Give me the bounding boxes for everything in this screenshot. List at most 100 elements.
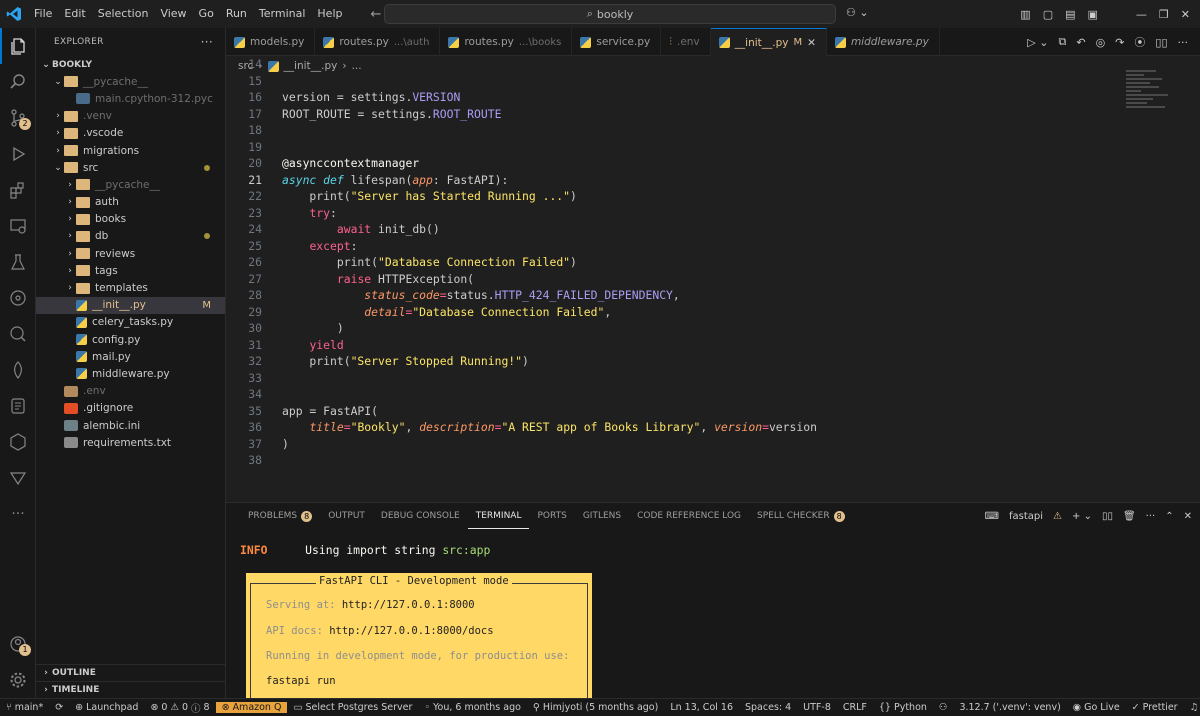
encoding[interactable]: UTF-8	[797, 702, 837, 713]
copilot-status-icon[interactable]: ⚇	[933, 702, 954, 713]
explorer-icon[interactable]	[0, 28, 36, 64]
testing-icon[interactable]	[0, 244, 36, 280]
tree-item[interactable]: › templates	[36, 279, 225, 296]
tree-item[interactable]: alembic.ini	[36, 417, 225, 434]
accounts-icon[interactable]: 1	[0, 626, 36, 662]
panel-tab[interactable]: PORTS	[529, 503, 574, 529]
panel-tab[interactable]: CODE REFERENCE LOG	[629, 503, 749, 529]
close-icon[interactable]: ✕	[1181, 8, 1190, 21]
menu-terminal[interactable]: Terminal	[253, 0, 312, 28]
maximize-panel-icon[interactable]: ⌃	[1165, 511, 1173, 522]
git-commit-icon[interactable]: ◎	[1096, 36, 1106, 49]
tree-item[interactable]: main.cpython-312.pyc	[36, 90, 225, 107]
tree-item[interactable]: › __pycache__	[36, 176, 225, 193]
kubernetes-icon[interactable]	[0, 424, 36, 460]
tree-item[interactable]: › .venv	[36, 108, 225, 125]
prettier[interactable]: ✓ Prettier	[1126, 702, 1184, 713]
panel-tab[interactable]: PROBLEMS 8	[240, 503, 320, 529]
branch-status[interactable]: ⑂ main*	[0, 702, 49, 713]
cursor-position[interactable]: Ln 13, Col 16	[664, 702, 739, 713]
mongodb-leaf-icon[interactable]	[0, 352, 36, 388]
minimize-icon[interactable]: —	[1136, 8, 1147, 21]
command-center[interactable]: ⌕ bookly	[384, 4, 836, 24]
editor-tab[interactable]: routes.py ...\auth	[315, 28, 441, 56]
language-mode[interactable]: {} Python	[873, 702, 933, 713]
compare-icon[interactable]: ⧉	[1058, 35, 1066, 49]
panel-tab[interactable]: OUTPUT	[320, 503, 373, 529]
serving-url[interactable]: http://127.0.0.1:8000	[342, 599, 475, 611]
tree-item[interactable]: requirements.txt	[36, 434, 225, 451]
editor-tab[interactable]: service.py	[572, 28, 662, 56]
editor-tab[interactable]: middleware.py	[827, 28, 940, 56]
more-actions-icon[interactable]: ···	[1146, 511, 1156, 522]
tree-item[interactable]: celery_tasks.py	[36, 314, 225, 331]
amazon-q-status[interactable]: ⊗ Amazon Q	[215, 702, 288, 713]
gitlens-icon[interactable]	[0, 280, 36, 316]
tree-item[interactable]: › tags	[36, 262, 225, 279]
indentation[interactable]: Spaces: 4	[739, 702, 797, 713]
panel-tab[interactable]: SPELL CHECKER 8	[749, 503, 853, 529]
layout-panel-icon[interactable]: ▤	[1065, 8, 1075, 21]
menu-selection[interactable]: Selection	[92, 0, 155, 28]
more-actions-icon[interactable]: ···	[1178, 36, 1189, 49]
layout-sidebar-right-icon[interactable]: ▣	[1088, 8, 1098, 21]
editor-tab[interactable]: ⫶ .env	[661, 28, 711, 56]
git-prev-icon[interactable]: ↶	[1076, 36, 1085, 49]
editor-tab[interactable]: __init__.py M ✕	[710, 28, 827, 56]
more-actions-icon[interactable]: ···	[201, 35, 213, 49]
editor-tab[interactable]: models.py	[226, 28, 316, 56]
more-icon[interactable]: ···	[0, 496, 36, 532]
search-icon[interactable]	[0, 64, 36, 100]
terminal-output[interactable]: INFO Using import string src:app	[240, 543, 490, 557]
tree-item[interactable]: › auth	[36, 194, 225, 211]
menu-view[interactable]: View	[154, 0, 192, 28]
tree-item[interactable]: ⌄ __pycache__	[36, 73, 225, 90]
tree-item[interactable]: .gitignore	[36, 400, 225, 417]
outline-section[interactable]: › OUTLINE	[36, 663, 226, 681]
aws-icon[interactable]	[0, 388, 36, 424]
source-control-icon[interactable]: 2	[0, 100, 36, 136]
menu-go[interactable]: Go	[193, 0, 220, 28]
sync-icon[interactable]: ⟳	[49, 702, 69, 713]
line-ending[interactable]: CRLF	[837, 702, 873, 713]
tree-item[interactable]: › reviews	[36, 245, 225, 262]
panel-tab[interactable]: GITLENS	[575, 503, 629, 529]
tree-item[interactable]: config.py	[36, 331, 225, 348]
notifications-bell-icon[interactable]: ♫	[1184, 702, 1200, 713]
new-terminal-icon[interactable]: + ⌄	[1072, 511, 1092, 522]
layout-sidebar-icon[interactable]: ▥	[1020, 8, 1030, 21]
author-status[interactable]: ⚲ Himjyoti (5 months ago)	[527, 702, 664, 713]
go-live[interactable]: ◉ Go Live	[1067, 702, 1126, 713]
tree-item[interactable]: __init__.py M	[36, 296, 225, 314]
blame-status[interactable]: ◦ You, 6 months ago	[418, 702, 527, 713]
docker-icon[interactable]	[0, 316, 36, 352]
kill-terminal-icon[interactable]: 🗑	[1123, 511, 1136, 522]
python-interpreter[interactable]: 3.12.7 ('.venv': venv)	[953, 702, 1066, 713]
copilot-icon[interactable]: ⚇ ⌄	[846, 6, 869, 19]
terminal-name[interactable]: fastapi	[1009, 511, 1043, 522]
deploy-icon[interactable]	[0, 460, 36, 496]
tree-item[interactable]: mail.py	[36, 348, 225, 365]
tree-item[interactable]: middleware.py	[36, 365, 225, 382]
manage-gear-icon[interactable]	[0, 662, 36, 698]
restore-icon[interactable]: ❐	[1159, 8, 1169, 21]
postgres-status[interactable]: ▭ Select Postgres Server	[287, 702, 418, 713]
timeline-section[interactable]: › TIMELINE	[36, 680, 226, 698]
split-editor-icon[interactable]: ▯▯	[1155, 36, 1167, 49]
editor-tab[interactable]: routes.py ...\books	[440, 28, 573, 56]
gitlens-toggle-icon[interactable]: ⦿	[1134, 34, 1145, 50]
tree-item[interactable]: › books	[36, 211, 225, 228]
remote-explorer-icon[interactable]	[0, 208, 36, 244]
problems-status[interactable]: ⊗ 0 ⚠ 0 ⓘ 8	[144, 701, 215, 715]
menu-run[interactable]: Run	[220, 0, 253, 28]
launchpad-status[interactable]: ⊕ Launchpad	[69, 702, 144, 713]
panel-tab[interactable]: TERMINAL	[467, 503, 530, 529]
tree-item[interactable]: › migrations	[36, 142, 225, 159]
tree-item[interactable]: .env	[36, 383, 225, 400]
split-terminal-icon[interactable]: ▯▯	[1102, 511, 1113, 522]
close-tab-icon[interactable]: ✕	[807, 37, 816, 49]
back-arrow-icon[interactable]: ←	[370, 7, 381, 22]
run-debug-icon[interactable]	[0, 136, 36, 172]
close-panel-icon[interactable]: ✕	[1184, 511, 1192, 522]
docs-url[interactable]: http://127.0.0.1:8000/docs	[329, 625, 493, 637]
